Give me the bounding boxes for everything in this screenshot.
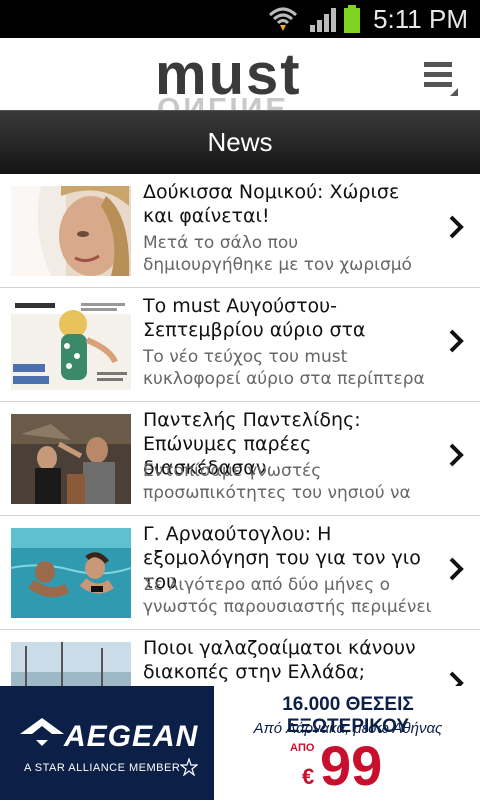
article-summary: Εντοπίσαμε γνωστές προσωπικότητες του νη…	[143, 461, 411, 503]
article-summary: Το νέο τεύχος του must κυκλοφορεί αύριο …	[143, 347, 425, 389]
battery-icon	[344, 5, 360, 33]
article-summary: Σε λιγότερο από δύο μήνες ο γνωστός παρο…	[143, 575, 432, 617]
logo[interactable]: must ONLINE	[155, 46, 325, 110]
article-list[interactable]: Δούκισσα Νομικού: Χώρισε και φαίνεται! Μ…	[0, 174, 480, 686]
ad-currency: €	[302, 764, 315, 789]
menu-icon	[424, 62, 458, 96]
logo-sub-text: ONLINE	[157, 91, 289, 110]
status-bar: 5:11 PM	[0, 0, 480, 38]
article-item[interactable]: Το must Αυγούστου-Σεπτεμβρίου αύριο στα …	[0, 288, 480, 402]
chevron-right-icon	[449, 215, 464, 239]
chevron-right-icon	[449, 329, 464, 353]
star-alliance-icon	[180, 758, 198, 776]
chevron-right-icon	[449, 557, 464, 581]
article-item[interactable]: Ποιοι γαλαζοαίματοι κάνουν διακοπές στην…	[0, 630, 480, 686]
article-title: Δούκισσα Νομικού: Χώρισε και φαίνεται!	[143, 181, 400, 227]
article-title: Το must Αυγούστου-Σεπτεμβρίου αύριο στα	[143, 295, 366, 341]
chevron-right-icon	[449, 443, 464, 467]
ad-brand-panel: AEGEAN A STAR ALLIANCE MEMBER	[0, 686, 214, 800]
ad-price: 99	[320, 734, 383, 797]
article-thumbnail	[11, 300, 131, 390]
ad-from-label: ΑΠΟ	[290, 742, 315, 754]
article-thumbnail	[11, 186, 131, 276]
article-thumbnail	[11, 642, 131, 686]
article-item[interactable]: Δούκισσα Νομικού: Χώρισε και φαίνεται! Μ…	[0, 174, 480, 288]
article-thumbnail	[11, 414, 131, 504]
ad-tagline: A STAR ALLIANCE MEMBER	[24, 762, 181, 774]
article-title: Ποιοι γαλαζοαίματοι κάνουν διακοπές στην…	[143, 637, 416, 683]
page-title: News	[207, 127, 273, 157]
menu-button[interactable]	[420, 58, 462, 98]
article-item[interactable]: Παντελής Παντελίδης: Επώνυμες παρέες δια…	[0, 402, 480, 516]
ad-banner[interactable]: AEGEAN A STAR ALLIANCE MEMBER 16.000 ΘΕΣ…	[0, 686, 480, 800]
chevron-right-icon	[449, 671, 464, 686]
title-bar: News	[0, 110, 480, 175]
article-item[interactable]: Γ. Αρναούτογλου: Η εξομολόγηση του για τ…	[0, 516, 480, 630]
ad-brand: AEGEAN	[64, 720, 199, 753]
status-time: 5:11 PM	[373, 4, 468, 34]
article-thumbnail	[11, 528, 131, 618]
aegean-logo-icon	[20, 718, 64, 746]
signal-icon	[310, 8, 336, 32]
article-summary: Μετά το σάλο που δημιουργήθηκε με τον χω…	[143, 233, 412, 275]
wifi-icon	[268, 7, 298, 31]
